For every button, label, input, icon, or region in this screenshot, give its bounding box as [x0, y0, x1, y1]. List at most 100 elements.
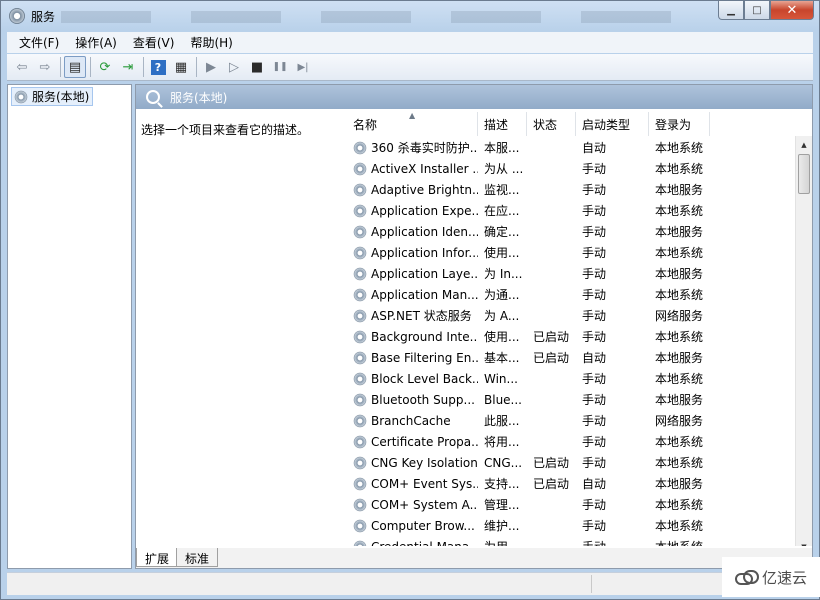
service-name-cell: Base Filtering En... — [347, 350, 478, 365]
column-header-label: 名称 — [353, 117, 378, 132]
table-row[interactable]: COM+ System A... 管理... 手动 本地系统 — [347, 494, 795, 515]
resume-service-button[interactable]: ▶| — [292, 56, 314, 78]
status-bar — [7, 572, 813, 595]
service-rows: 360 杀毒实时防护... 本服... 自动 本地系统 ActiveX Installe… — [347, 137, 795, 546]
service-description: Win... — [484, 371, 518, 386]
tree-node-services-local[interactable]: 服务(本地) — [11, 87, 94, 106]
service-description: 使用... — [484, 330, 520, 344]
column-header-label: 描述 — [484, 117, 509, 132]
view-tabs: 扩展 标准 — [136, 548, 812, 568]
service-description: 为从 ... — [484, 162, 524, 176]
table-row[interactable]: Application Infor... 使用... 手动 本地系统 — [347, 242, 795, 263]
service-startup-type: 手动 — [582, 330, 607, 344]
maximize-button[interactable]: □ — [744, 1, 770, 20]
table-row[interactable]: Certificate Propa... 将用... 手动 本地系统 — [347, 431, 795, 452]
service-startup-type: 手动 — [582, 498, 607, 512]
service-description: Blue... — [484, 392, 522, 407]
menu-view[interactable]: 查看(V) — [127, 34, 181, 51]
back-button[interactable]: ⇦ — [11, 56, 33, 78]
column-header-name[interactable]: ▲ 名称 — [347, 111, 478, 136]
stop-service-button[interactable]: ■ — [246, 56, 268, 78]
table-row[interactable]: 360 杀毒实时防护... 本服... 自动 本地系统 — [347, 137, 795, 158]
properties-button[interactable]: ▦ — [170, 56, 192, 78]
table-row[interactable]: Application Iden... 确定... 手动 本地服务 — [347, 221, 795, 242]
column-header-startup-type[interactable]: 启动类型 — [576, 112, 649, 136]
service-startup-type: 手动 — [582, 414, 607, 428]
service-gear-icon — [353, 476, 367, 491]
service-log-on-as: 本地系统 — [655, 435, 704, 449]
title-bar[interactable]: 服务 ▁ □ ✕ — [1, 1, 819, 31]
table-row[interactable]: Credential Mana...为用... 手动本地系统 — [347, 536, 795, 546]
services-gear-icon — [14, 89, 28, 104]
pause-icon: ❚❚ — [272, 62, 288, 72]
tab-extended[interactable]: 扩展 — [136, 548, 179, 567]
forward-button[interactable]: ⇨ — [34, 56, 56, 78]
magnifier-icon — [146, 90, 160, 104]
service-description: 支持... — [484, 477, 520, 491]
service-name: CNG Key Isolation — [371, 455, 478, 470]
start-service-button[interactable]: ▶ — [200, 56, 222, 78]
menu-help[interactable]: 帮助(H) — [184, 34, 238, 51]
service-description: 基本... — [484, 351, 520, 365]
column-header-description[interactable]: 描述 — [478, 112, 527, 136]
table-row[interactable]: BranchCache 此服... 手动 网络服务 — [347, 410, 795, 431]
scroll-up-arrow-icon[interactable]: ▲ — [796, 136, 812, 153]
table-row[interactable]: CNG Key Isolation CNG... 已启动 手动 本地系统 — [347, 452, 795, 473]
service-name: Application Iden... — [371, 224, 478, 239]
service-name: Application Infor... — [371, 245, 478, 260]
table-row[interactable]: Adaptive Brightn... 监视... 手动 本地服务 — [347, 179, 795, 200]
services-list: ▲ 名称 描述 状态 启动类型 登录为 360 杀毒实时防护... 本服... 自动… — [347, 109, 812, 546]
table-row[interactable]: Application Laye... 为 In... 手动 本地服务 — [347, 263, 795, 284]
tab-standard[interactable]: 标准 — [176, 548, 219, 567]
menu-bar: 文件(F) 操作(A) 查看(V) 帮助(H) — [7, 32, 813, 53]
table-row[interactable]: Bluetooth Supp... Blue... 手动 本地服务 — [347, 389, 795, 410]
vertical-scrollbar[interactable]: ▲ ▼ — [795, 136, 812, 546]
table-row[interactable]: Block Level Back... Win... 手动 本地系统 — [347, 368, 795, 389]
service-gear-icon — [353, 308, 367, 323]
table-row[interactable]: Computer Brow... 维护... 手动 本地系统 — [347, 515, 795, 536]
service-name-cell: Application Iden... — [347, 224, 478, 239]
service-gear-icon — [353, 287, 367, 302]
column-header-status[interactable]: 状态 — [527, 112, 576, 136]
minimize-button[interactable]: ▁ — [718, 1, 744, 20]
column-header-log-on-as[interactable]: 登录为 — [649, 112, 710, 136]
table-row[interactable]: COM+ Event Sys... 支持... 已启动 自动 本地服务 — [347, 473, 795, 494]
refresh-button[interactable]: ⟳ — [94, 56, 116, 78]
service-startup-type: 手动 — [582, 309, 607, 323]
export-list-icon: ⇥ — [122, 59, 134, 75]
service-startup-type: 手动 — [582, 225, 607, 239]
service-gear-icon — [353, 350, 367, 365]
service-log-on-as: 网络服务 — [655, 309, 704, 323]
table-row[interactable]: ASP.NET 状态服务为 A... 手动 网络服务 — [347, 305, 795, 326]
service-startup-type: 手动 — [576, 538, 649, 546]
service-log-on-as: 本地系统 — [655, 162, 704, 176]
close-button[interactable]: ✕ — [770, 1, 814, 20]
service-name: 360 杀毒实时防护... — [371, 141, 478, 155]
background-taskbar-ghost — [61, 11, 701, 23]
service-gear-icon — [353, 539, 367, 546]
service-name: Block Level Back... — [371, 371, 478, 386]
service-log-on-as: 本地服务 — [655, 351, 704, 365]
service-gear-icon — [353, 224, 367, 239]
table-row[interactable]: ActiveX Installer ... 为从 ... 手动 本地系统 — [347, 158, 795, 179]
table-row[interactable]: Base Filtering En... 基本... 已启动 自动 本地服务 — [347, 347, 795, 368]
close-icon: ✕ — [786, 2, 798, 18]
table-row[interactable]: Background Inte... 使用... 已启动 手动 本地系统 — [347, 326, 795, 347]
export-list-button[interactable]: ⇥ — [117, 56, 139, 78]
menu-file[interactable]: 文件(F) — [13, 34, 65, 51]
table-row[interactable]: Application Expe... 在应... 手动 本地系统 — [347, 200, 795, 221]
service-name-cell: Computer Brow... — [347, 518, 478, 533]
menu-action[interactable]: 操作(A) — [69, 34, 123, 51]
service-name-cell: Application Infor... — [347, 245, 478, 260]
table-row[interactable]: Application Man... 为通... 手动 本地系统 — [347, 284, 795, 305]
start-service-alt-button[interactable]: ▷ — [223, 56, 245, 78]
service-name-cell: Background Inte... — [347, 329, 478, 344]
help-button[interactable]: ? — [147, 56, 169, 78]
show-console-tree-button[interactable]: ▤ — [64, 56, 86, 78]
scroll-down-arrow-icon[interactable]: ▼ — [796, 538, 812, 547]
pane-header-title: 服务(本地) — [170, 90, 228, 105]
pause-service-button[interactable]: ❚❚ — [269, 56, 291, 78]
column-header-label: 登录为 — [655, 117, 692, 132]
service-gear-icon — [353, 140, 367, 155]
scroll-thumb[interactable] — [798, 154, 810, 194]
